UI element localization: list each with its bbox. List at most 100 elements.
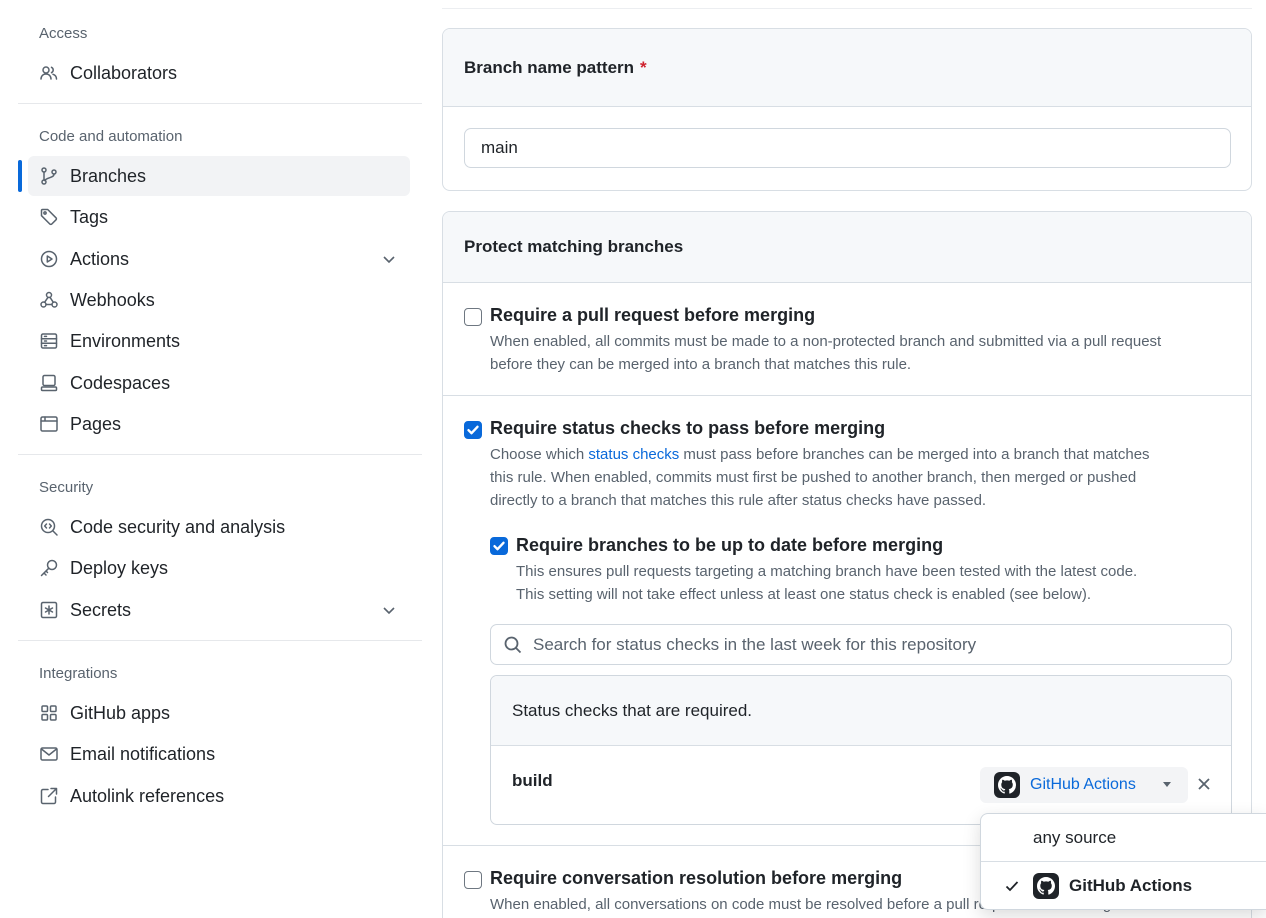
required-checks-heading: Status checks that are required.: [512, 700, 753, 720]
require-uptodate-checkbox[interactable]: [490, 537, 508, 555]
sidebar-divider: [18, 103, 422, 104]
sidebar-item-collaborators[interactable]: Collaborators: [28, 53, 410, 93]
section-label-code-automation: Code and automation: [39, 128, 183, 145]
link-external-icon: [38, 785, 60, 807]
branch-icon: [38, 165, 60, 187]
desc-line: this rule. When enabled, commits must fi…: [490, 469, 1137, 486]
require-pr-description: When enabled, all commits must be made t…: [490, 330, 1235, 376]
sidebar-item-autolink-references[interactable]: Autolink references: [28, 776, 410, 816]
sidebar-item-label: Code security and analysis: [70, 516, 286, 537]
sidebar-item-environments[interactable]: Environments: [28, 321, 410, 361]
caret-down-icon: [1163, 782, 1171, 787]
asterisk-icon: [38, 599, 60, 621]
require-pr-checkbox[interactable]: [464, 308, 482, 326]
sidebar-item-label: GitHub apps: [70, 702, 171, 723]
checkmark-icon: [493, 541, 505, 551]
row-divider: [443, 395, 1251, 396]
settings-sidebar: Access Collaborators Code and automation…: [0, 0, 425, 918]
check-source-button[interactable]: GitHub Actions: [980, 767, 1188, 803]
required-mark: *: [640, 57, 647, 77]
apps-icon: [38, 702, 60, 724]
source-dropdown-menu: any source GitHub Actions: [980, 813, 1266, 910]
top-separator: [442, 8, 1252, 9]
require-conversation-label[interactable]: Require conversation resolution before m…: [490, 868, 902, 889]
desc-line: When enabled, all commits must be made t…: [490, 333, 1162, 350]
branch-pattern-input[interactable]: main: [464, 128, 1231, 168]
webhook-icon: [38, 289, 60, 311]
sidebar-item-label: Tags: [70, 206, 109, 227]
section-label-access: Access: [39, 25, 88, 42]
sidebar-item-label: Autolink references: [70, 785, 225, 806]
check-source-label: GitHub Actions: [1030, 776, 1136, 793]
sidebar-item-label: Environments: [70, 330, 181, 351]
sidebar-item-code-security[interactable]: Code security and analysis: [28, 507, 410, 547]
desc-line: Choose which status checks must pass bef…: [490, 443, 1235, 466]
sidebar-item-github-apps[interactable]: GitHub apps: [28, 693, 410, 733]
github-logo-icon: [994, 772, 1020, 798]
desc-line: before they can be merged into a branch …: [490, 356, 912, 373]
dropdown-option-label: any source: [1033, 827, 1117, 847]
key-icon: [38, 557, 60, 579]
desc-text: must pass before branches can be merged …: [679, 446, 1150, 463]
dropdown-option-any-source[interactable]: any source: [981, 814, 1266, 861]
codespaces-icon: [38, 372, 60, 394]
sidebar-item-codespaces[interactable]: Codespaces: [28, 363, 410, 403]
sidebar-item-label: Actions: [70, 248, 130, 269]
sidebar-item-label: Email notifications: [70, 743, 216, 764]
sidebar-item-secrets[interactable]: Secrets: [28, 590, 410, 630]
active-indicator: [18, 160, 22, 192]
require-status-label[interactable]: Require status checks to pass before mer…: [490, 418, 885, 439]
protect-branches-panel: Protect matching branches Require a pull…: [442, 211, 1252, 918]
search-icon: [504, 636, 522, 653]
branch-pattern-header: Branch name pattern *: [443, 29, 1251, 107]
status-check-name: build: [512, 771, 553, 790]
section-label-integrations: Integrations: [39, 665, 118, 682]
remove-check-button[interactable]: [1192, 772, 1216, 796]
required-checks-box: Status checks that are required. build G…: [490, 675, 1232, 825]
server-icon: [38, 330, 60, 352]
status-checks-link[interactable]: status checks: [588, 446, 679, 463]
require-conversation-checkbox[interactable]: [464, 871, 482, 889]
sidebar-item-label: Webhooks: [70, 289, 155, 310]
desc-line: This setting will not take effect unless…: [516, 586, 1092, 603]
tag-icon: [38, 206, 60, 228]
sidebar-item-label: Secrets: [70, 599, 132, 620]
dropdown-option-label: GitHub Actions: [1069, 876, 1193, 895]
require-uptodate-description: This ensures pull requests targeting a m…: [516, 560, 1236, 606]
sidebar-item-branches[interactable]: Branches: [28, 156, 410, 196]
sidebar-divider: [18, 640, 422, 641]
chevron-down-icon[interactable]: [380, 601, 398, 619]
people-icon: [38, 62, 60, 84]
sidebar-item-pages[interactable]: Pages: [28, 404, 410, 444]
codescan-icon: [38, 516, 60, 538]
require-uptodate-label[interactable]: Require branches to be up to date before…: [516, 535, 943, 556]
dropdown-option-github-actions[interactable]: GitHub Actions: [981, 862, 1266, 910]
protect-branches-title: Protect matching branches: [464, 237, 684, 256]
sidebar-item-webhooks[interactable]: Webhooks: [28, 280, 410, 320]
search-placeholder: Search for status checks in the last wee…: [533, 634, 977, 654]
branch-pattern-panel: Branch name pattern * main: [442, 28, 1252, 191]
chevron-down-icon[interactable]: [380, 250, 398, 268]
status-check-search-input[interactable]: Search for status checks in the last wee…: [490, 624, 1232, 665]
sidebar-item-deploy-keys[interactable]: Deploy keys: [28, 548, 410, 588]
sidebar-item-tags[interactable]: Tags: [28, 197, 410, 237]
sidebar-divider: [18, 454, 422, 455]
play-icon: [38, 248, 60, 270]
sidebar-item-label: Deploy keys: [70, 557, 169, 578]
required-checks-header: Status checks that are required.: [491, 676, 1231, 746]
sidebar-item-actions[interactable]: Actions: [28, 239, 410, 279]
checkmark-icon: [467, 425, 479, 435]
desc-text: Choose which: [490, 446, 589, 463]
section-label-security: Security: [39, 479, 94, 496]
sidebar-item-label: Collaborators: [70, 62, 178, 83]
check-icon: [1003, 877, 1021, 895]
require-pr-label[interactable]: Require a pull request before merging: [490, 305, 815, 326]
desc-line: This ensures pull requests targeting a m…: [516, 563, 1138, 580]
sidebar-item-email-notifications[interactable]: Email notifications: [28, 734, 410, 774]
sidebar-item-label: Branches: [70, 165, 147, 186]
close-icon: [1198, 778, 1210, 790]
branch-pattern-label: Branch name pattern: [464, 57, 635, 77]
desc-line: directly to a branch that matches this r…: [490, 492, 987, 509]
mail-icon: [38, 743, 60, 765]
require-status-checkbox[interactable]: [464, 421, 482, 439]
